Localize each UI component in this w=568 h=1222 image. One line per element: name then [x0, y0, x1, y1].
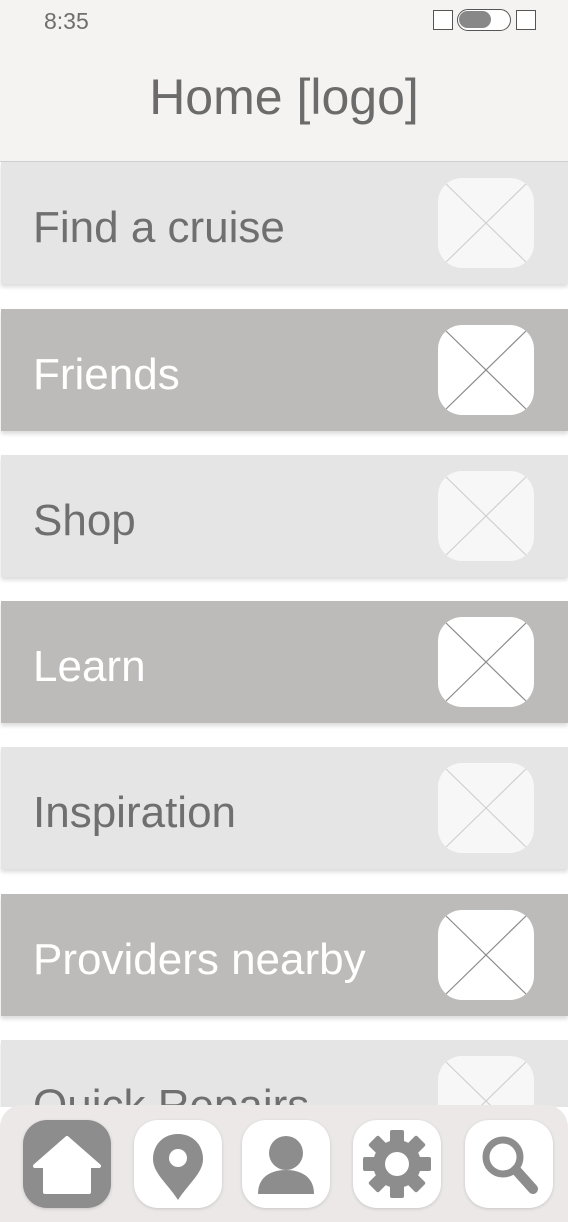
user-icon	[258, 1136, 314, 1194]
menu-list: Find a cruise Friends Shop Learn Inspira…	[0, 162, 568, 1107]
image-placeholder-icon	[438, 178, 534, 268]
tab-location[interactable]	[134, 1120, 222, 1208]
menu-item-label: Friends	[33, 350, 180, 399]
status-square-icon	[516, 10, 536, 30]
image-placeholder-icon	[438, 763, 534, 853]
menu-item-label: Find a cruise	[33, 203, 285, 252]
image-placeholder-icon	[438, 1056, 534, 1107]
status-bar: 8:35	[0, 0, 568, 40]
menu-item-find-a-cruise[interactable]: Find a cruise	[1, 162, 568, 284]
search-icon	[482, 1136, 538, 1194]
menu-item-label: Learn	[33, 642, 146, 691]
image-placeholder-icon	[438, 617, 534, 707]
menu-item-label: Shop	[33, 496, 136, 545]
image-placeholder-icon	[438, 910, 534, 1000]
gear-icon	[363, 1130, 431, 1198]
menu-item-learn[interactable]: Learn	[1, 601, 568, 723]
tab-settings[interactable]	[353, 1120, 441, 1208]
menu-item-label: Quick Repairs	[33, 1081, 310, 1107]
tab-bar	[0, 1105, 568, 1222]
home-icon	[33, 1136, 101, 1194]
tab-profile[interactable]	[242, 1120, 330, 1208]
location-pin-icon	[153, 1134, 203, 1200]
status-time: 8:35	[44, 8, 89, 34]
image-placeholder-icon	[438, 471, 534, 561]
tab-home[interactable]	[23, 1120, 111, 1208]
page-title: Home [logo]	[149, 69, 419, 125]
status-toggle-icon	[457, 9, 511, 31]
header: Home [logo]	[0, 40, 568, 162]
menu-item-inspiration[interactable]: Inspiration	[1, 747, 568, 869]
menu-item-quick-repairs[interactable]: Quick Repairs	[1, 1040, 568, 1107]
image-placeholder-icon	[438, 325, 534, 415]
menu-item-providers-nearby[interactable]: Providers nearby	[1, 894, 568, 1016]
tab-search[interactable]	[465, 1120, 553, 1208]
menu-item-shop[interactable]: Shop	[1, 455, 568, 577]
status-square-icon	[433, 10, 453, 30]
menu-item-label: Providers nearby	[33, 935, 366, 984]
menu-item-friends[interactable]: Friends	[1, 309, 568, 431]
menu-item-label: Inspiration	[33, 788, 237, 837]
